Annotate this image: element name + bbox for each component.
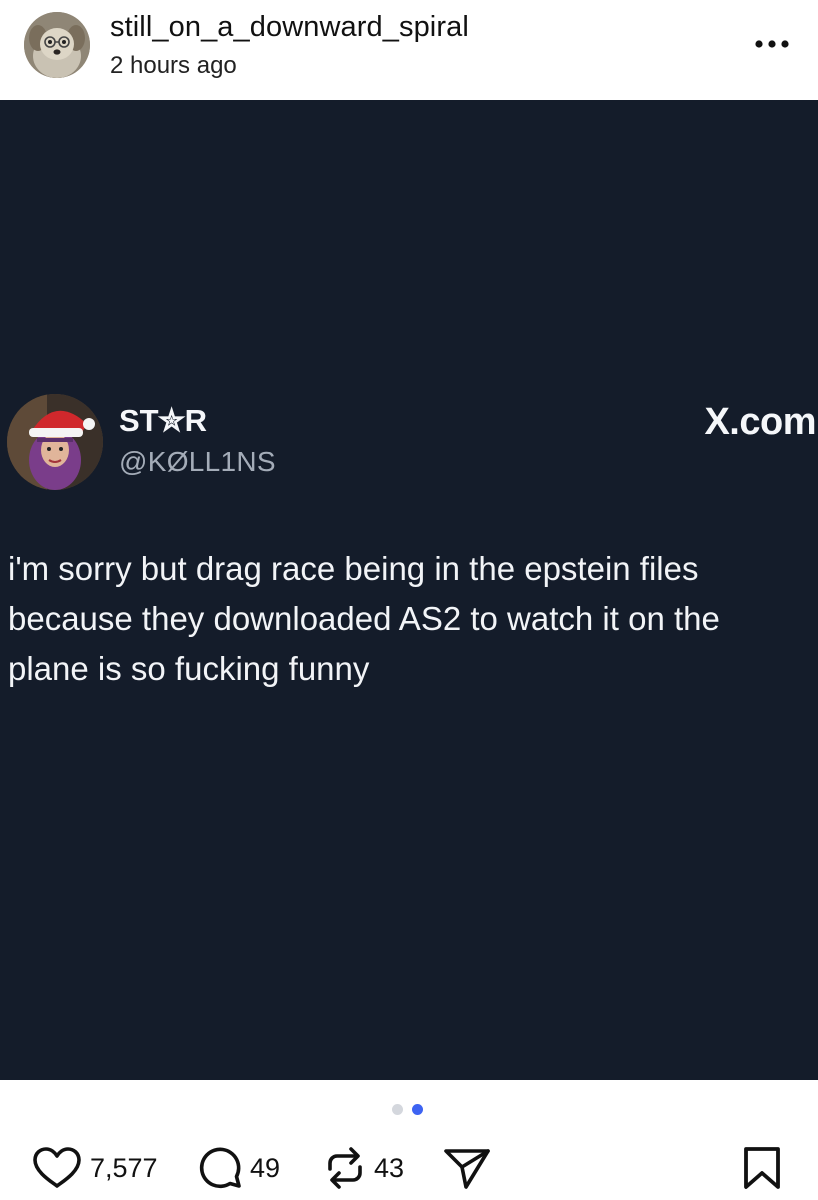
post-card: still_on_a_downward_spiral 2 hours ago S… <box>0 0 818 1200</box>
tweet-author-avatar <box>7 394 103 490</box>
tweet-display-name: ST✮R <box>119 403 207 438</box>
action-bar: 7,577 49 43 <box>0 1136 818 1200</box>
more-options-button[interactable] <box>748 26 796 62</box>
repost-count: 43 <box>374 1152 405 1183</box>
repost-icon <box>328 1147 362 1189</box>
santa-hat-avatar-image <box>7 394 103 490</box>
comment-button[interactable]: 49 <box>196 1136 280 1200</box>
comment-count: 49 <box>250 1152 281 1183</box>
heart-icon <box>33 1147 81 1188</box>
comment-icon <box>199 1147 241 1189</box>
carousel-dot[interactable] <box>392 1104 403 1115</box>
source-label: X.com <box>704 401 816 443</box>
tweet-handle: @KØLL1NS <box>119 446 276 477</box>
share-button[interactable] <box>442 1136 492 1200</box>
tweet-text: i'm sorry but drag race being in the eps… <box>8 544 816 694</box>
carousel-indicator <box>392 1104 423 1116</box>
save-button[interactable] <box>740 1136 784 1200</box>
tweet-text-line: plane is so fucking funny <box>8 650 370 687</box>
carousel-dot-active[interactable] <box>412 1104 423 1115</box>
tweet-text-line: because they downloaded AS2 to watch it … <box>8 600 720 637</box>
bookmark-icon <box>744 1147 780 1189</box>
like-button[interactable]: 7,577 <box>32 1136 158 1200</box>
author-name[interactable]: still_on_a_downward_spiral <box>110 11 469 44</box>
repost-button[interactable]: 43 <box>324 1136 404 1200</box>
dog-avatar-image <box>24 12 90 78</box>
post-timestamp: 2 hours ago <box>110 52 237 79</box>
share-icon <box>444 1149 490 1189</box>
like-count: 7,577 <box>90 1152 158 1183</box>
more-horizontal-icon <box>755 40 789 48</box>
post-media-image[interactable]: ST✮R @KØLL1NS X.com i'm sorry but drag r… <box>0 100 818 1080</box>
author-avatar[interactable] <box>24 12 90 78</box>
post-header: still_on_a_downward_spiral 2 hours ago <box>0 0 818 100</box>
tweet-text-line: i'm sorry but drag race being in the eps… <box>8 550 699 587</box>
